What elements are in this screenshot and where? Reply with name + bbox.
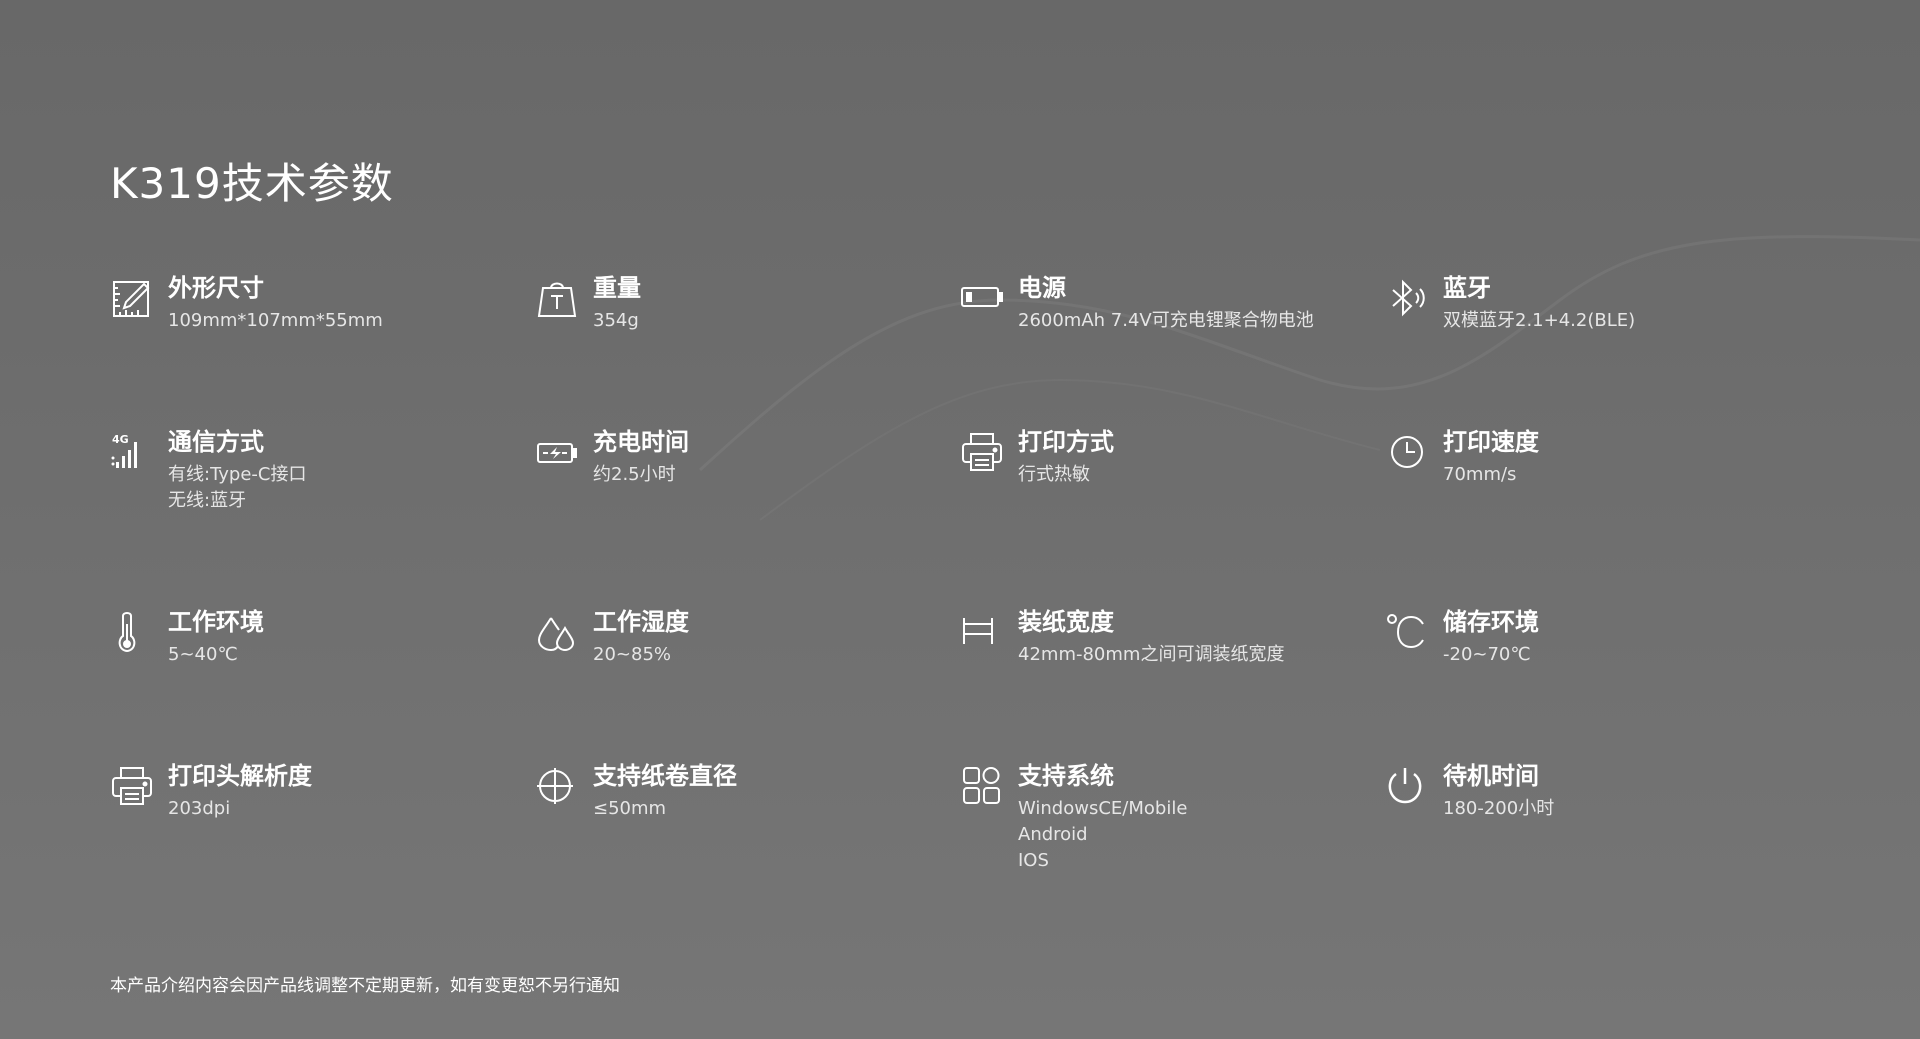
spec-standby-time: 待机时间 180-200小时: [1385, 760, 1810, 910]
spec-value: Android: [1018, 824, 1088, 845]
weight-icon: [535, 276, 579, 320]
spec-dimensions: 外形尺寸 109mm*107mm*55mm: [110, 272, 535, 426]
spec-value: IOS: [1018, 850, 1049, 871]
spec-name: 支持纸卷直径: [593, 762, 737, 790]
page-title: K319技术参数: [110, 159, 394, 209]
spec-name: 待机时间: [1443, 762, 1539, 790]
spec-value: 20~85%: [593, 644, 671, 665]
spec-power-supply: 电源 2600mAh 7.4V可充电锂聚合物电池: [960, 272, 1385, 426]
spec-value: 180-200小时: [1443, 798, 1555, 819]
spec-value: 行式热敏: [1018, 464, 1090, 485]
clock-icon: [1385, 430, 1429, 474]
spec-value: 双模蓝牙2.1+4.2(BLE): [1443, 310, 1636, 331]
thermometer-icon: [110, 610, 154, 654]
spec-value: 109mm*107mm*55mm: [168, 310, 383, 331]
signal-4g-icon: 4G: [110, 430, 154, 474]
svg-text:4G: 4G: [112, 433, 129, 446]
printer-icon: [110, 764, 154, 808]
power-icon: [1385, 764, 1429, 808]
spec-value: 无线:蓝牙: [168, 490, 247, 511]
spec-supported-systems: 支持系统 WindowsCE/Mobile Android IOS: [960, 760, 1385, 910]
crosshair-icon: [535, 764, 579, 808]
paper-width-icon: [960, 610, 1004, 654]
battery-icon: [960, 276, 1004, 320]
spec-value: ≤50mm: [593, 798, 667, 819]
bluetooth-icon: [1385, 276, 1429, 320]
spec-working-temperature: 工作环境 5~40℃: [110, 606, 535, 760]
spec-name: 支持系统: [1018, 762, 1114, 790]
spec-name: 重量: [593, 274, 641, 302]
spec-name: 通信方式: [168, 428, 264, 456]
spec-name: 打印头解析度: [168, 762, 312, 790]
spec-value: 42mm-80mm之间可调装纸宽度: [1018, 644, 1285, 665]
spec-value: 70mm/s: [1443, 464, 1517, 485]
water-drops-icon: [535, 610, 579, 654]
spec-name: 打印方式: [1018, 428, 1114, 456]
spec-value: 有线:Type-C接口: [168, 464, 307, 485]
spec-name: 外形尺寸: [168, 274, 264, 302]
spec-value: 354g: [593, 310, 639, 331]
spec-print-speed: 打印速度 70mm/s: [1385, 426, 1810, 606]
spec-value: 2600mAh 7.4V可充电锂聚合物电池: [1018, 310, 1314, 331]
apps-grid-icon: [960, 764, 1004, 808]
spec-name: 充电时间: [593, 428, 689, 456]
spec-print-method: 打印方式 行式热敏: [960, 426, 1385, 606]
spec-value: WindowsCE/Mobile: [1018, 798, 1188, 819]
spec-value: 约2.5小时: [593, 464, 676, 485]
spec-name: 工作环境: [168, 608, 264, 636]
dimensions-icon: [110, 276, 154, 320]
spec-name: 装纸宽度: [1018, 608, 1114, 636]
spec-storage-environment: 储存环境 -20~70℃: [1385, 606, 1810, 760]
spec-value: 203dpi: [168, 798, 231, 819]
spec-name: 电源: [1018, 274, 1066, 302]
charging-icon: [535, 430, 579, 474]
spec-roll-diameter: 支持纸卷直径 ≤50mm: [535, 760, 960, 910]
spec-name: 工作湿度: [593, 608, 689, 636]
spec-grid: 外形尺寸 109mm*107mm*55mm 重量 354g 电源 2600mAh…: [110, 272, 1810, 910]
spec-working-humidity: 工作湿度 20~85%: [535, 606, 960, 760]
spec-name: 打印速度: [1443, 428, 1539, 456]
spec-name: 储存环境: [1443, 608, 1539, 636]
spec-name: 蓝牙: [1443, 274, 1491, 302]
spec-page: K319技术参数 外形尺寸 109mm*107mm*55mm 重量 354g 电…: [0, 0, 1920, 1039]
spec-bluetooth: 蓝牙 双模蓝牙2.1+4.2(BLE): [1385, 272, 1810, 426]
disclaimer-text: 本产品介绍内容会因产品线调整不定期更新，如有变更恕不另行通知: [110, 976, 620, 996]
celsius-icon: [1385, 610, 1429, 654]
spec-communication: 4G 通信方式 有线:Type-C接口 无线:蓝牙: [110, 426, 535, 606]
printer-icon: [960, 430, 1004, 474]
spec-print-resolution: 打印头解析度 203dpi: [110, 760, 535, 910]
spec-paper-width: 装纸宽度 42mm-80mm之间可调装纸宽度: [960, 606, 1385, 760]
spec-charging-time: 充电时间 约2.5小时: [535, 426, 960, 606]
spec-value: 5~40℃: [168, 644, 238, 665]
spec-value: -20~70℃: [1443, 644, 1531, 665]
spec-weight: 重量 354g: [535, 272, 960, 426]
